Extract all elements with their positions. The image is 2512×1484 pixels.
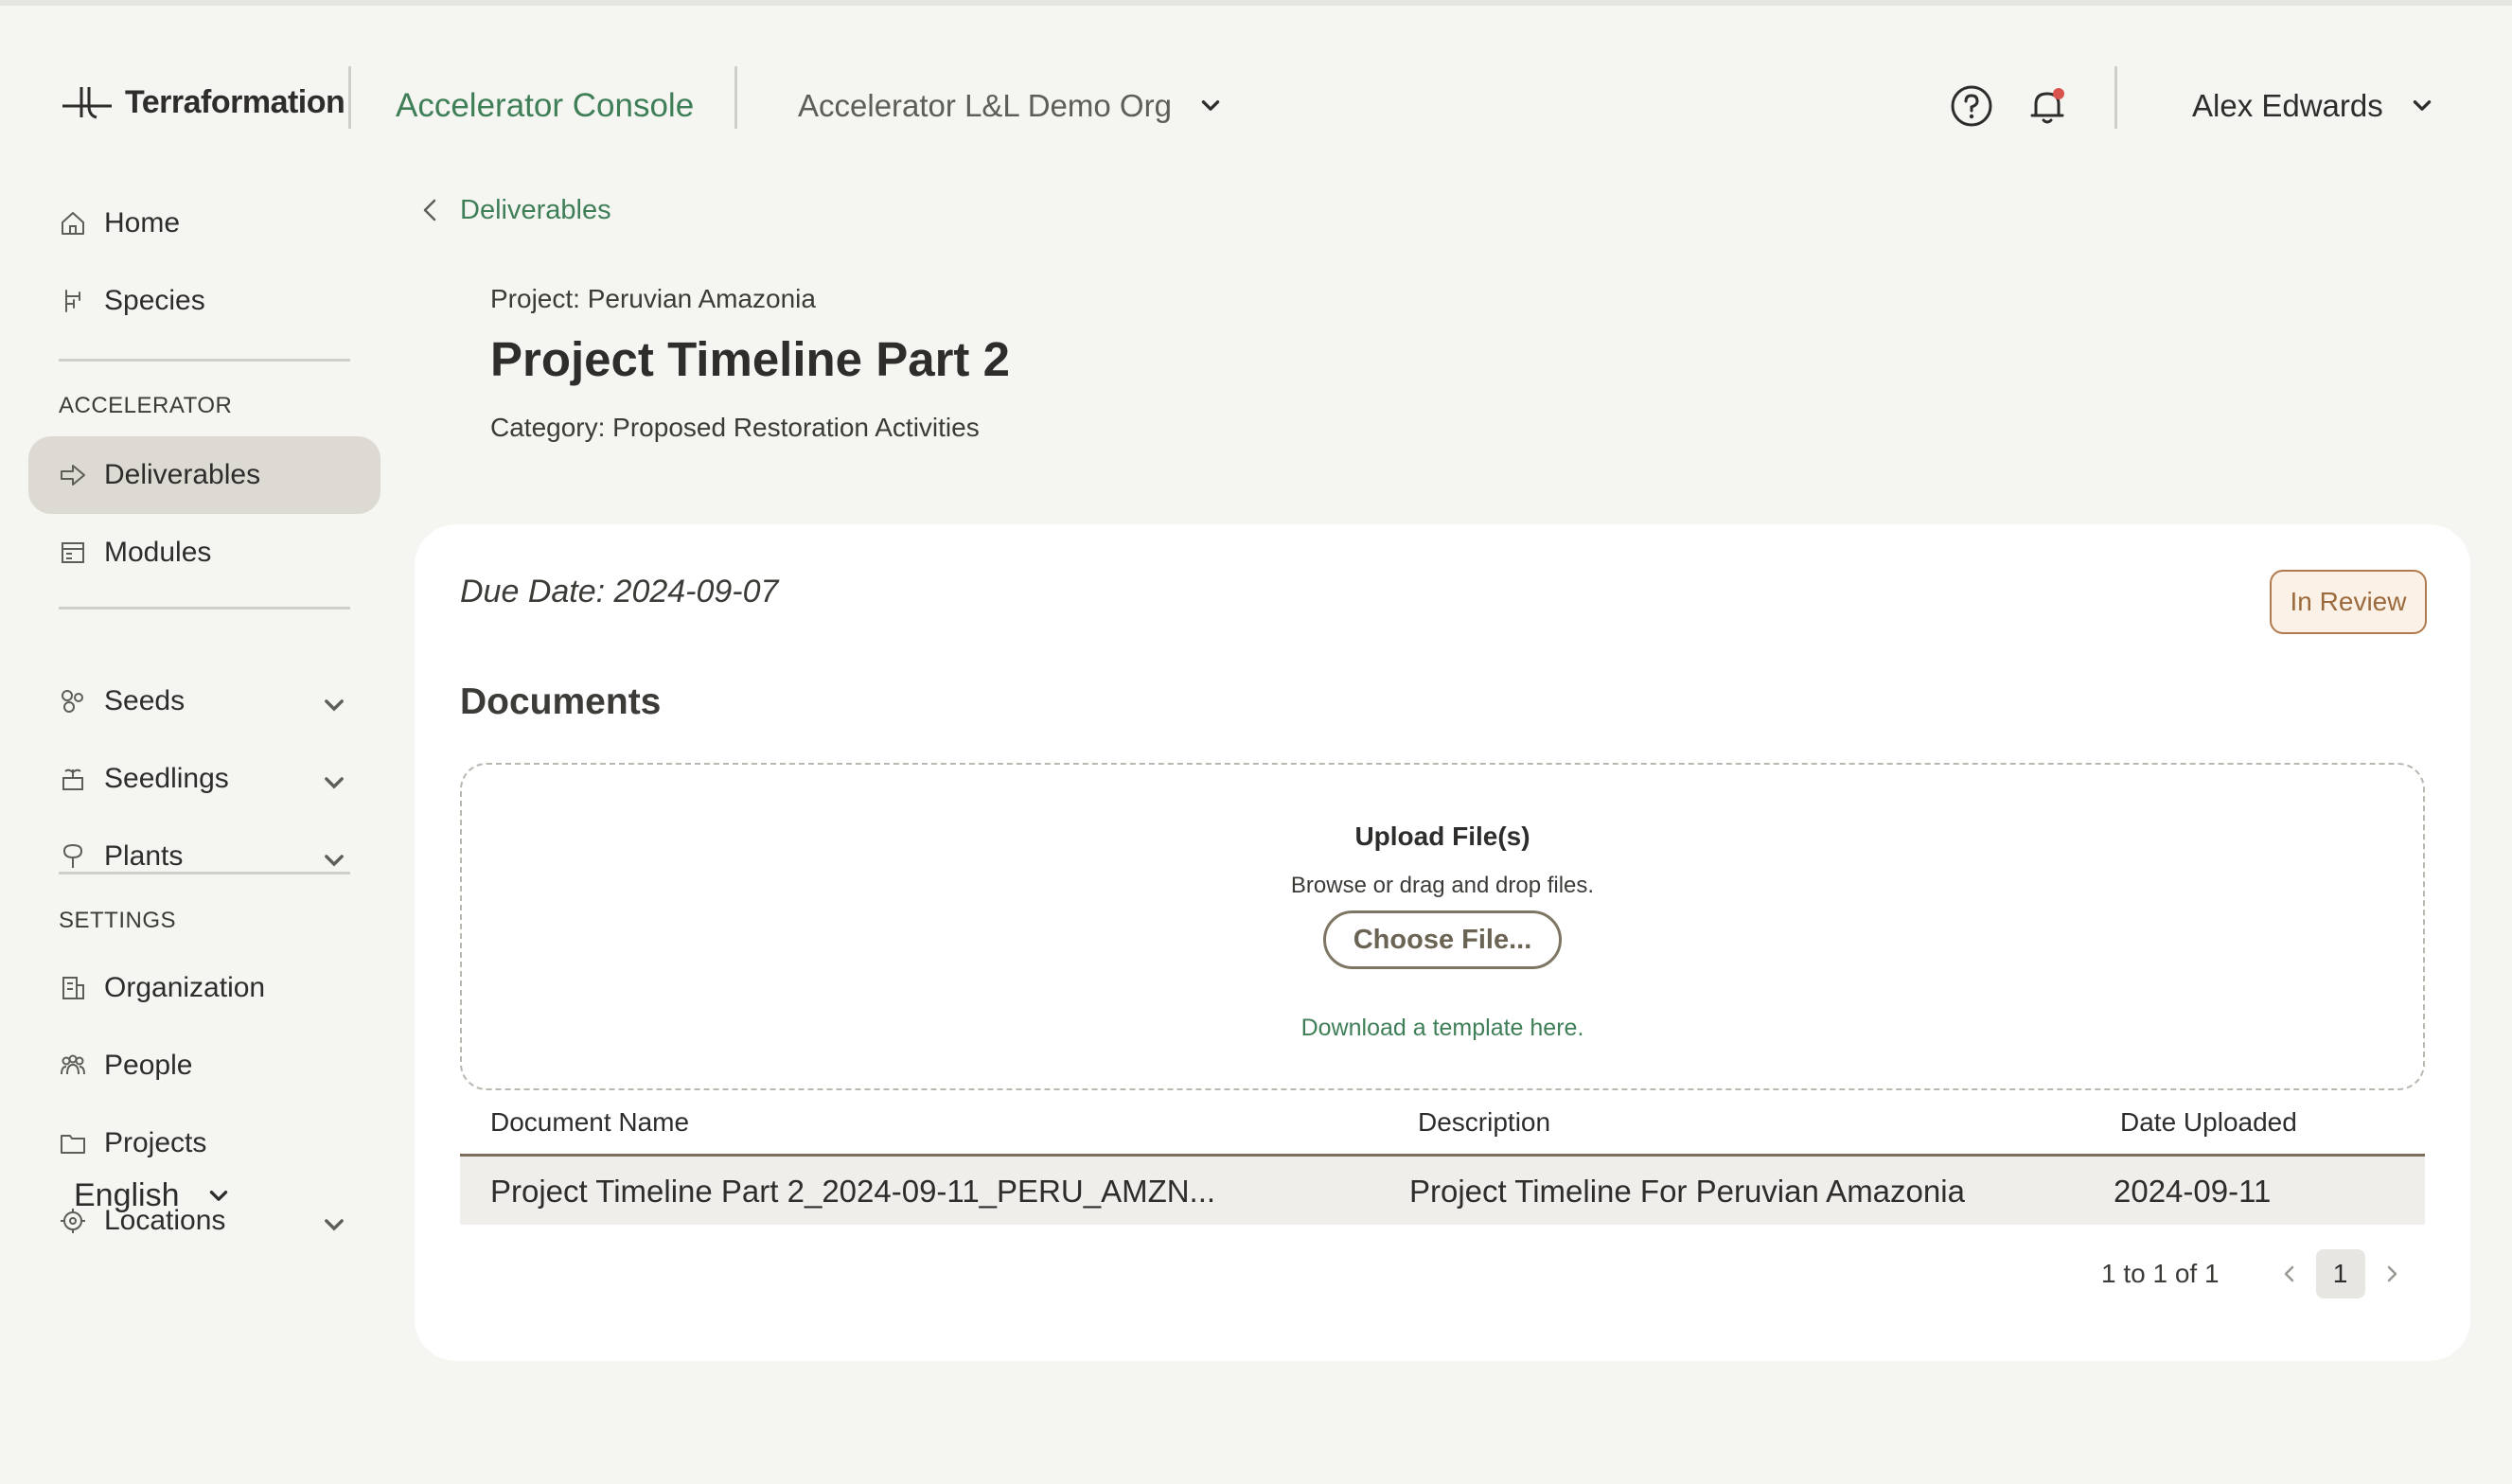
chevron-right-icon[interactable]: [2379, 1261, 2405, 1287]
seeds-icon: [62, 690, 83, 713]
column-header-document-name[interactable]: Document Name: [490, 1107, 689, 1138]
sidebar-item-people[interactable]: People: [28, 1027, 380, 1104]
download-template-link[interactable]: Download a template here.: [462, 1015, 2423, 1042]
sidebar-item-label: Modules: [104, 537, 212, 568]
back-link-label: Deliverables: [460, 194, 611, 225]
deliverable-card: Due Date: 2024-09-07 In Review Documents…: [415, 524, 2470, 1361]
due-date: Due Date: 2024-09-07: [460, 574, 779, 610]
sidebar-item-label: Species: [104, 285, 205, 316]
sidebar: Home Species ACCELERATOR Deliverables Mo…: [0, 185, 398, 1484]
chevron-down-icon: [325, 699, 344, 712]
chevron-down-icon: [2413, 100, 2431, 111]
sidebar-item-home[interactable]: Home: [28, 185, 380, 262]
user-menu[interactable]: Alex Edwards: [2192, 76, 2434, 136]
sidebar-item-projects[interactable]: Projects: [28, 1104, 380, 1182]
sidebar-item-deliverables[interactable]: Deliverables: [28, 436, 380, 514]
chevron-down-icon: [209, 1190, 227, 1201]
user-name: Alex Edwards: [2192, 88, 2383, 123]
home-icon: [62, 212, 84, 235]
modules-icon: [62, 542, 84, 563]
table-row[interactable]: Project Timeline Part 2_2024-09-11_PERU_…: [460, 1157, 2425, 1225]
page-number-current[interactable]: 1: [2315, 1249, 2365, 1298]
folder-icon: [61, 1135, 85, 1154]
document-description: Project Timeline For Peruvian Amazonia: [1409, 1174, 1965, 1209]
documents-heading: Documents: [460, 681, 662, 722]
column-header-date-uploaded[interactable]: Date Uploaded: [2120, 1107, 2297, 1138]
choose-file-button[interactable]: Choose File...: [1323, 910, 1562, 969]
sidebar-item-label: Organization: [104, 972, 266, 1003]
organization-icon: [62, 977, 84, 999]
chevron-down-icon: [325, 1219, 344, 1231]
help-icon: [1951, 85, 1992, 127]
console-title[interactable]: Accelerator Console: [396, 76, 694, 136]
notifications-button[interactable]: [2016, 75, 2079, 137]
page-range: 1 to 1 of 1: [2101, 1259, 2220, 1288]
plants-icon: [62, 843, 83, 868]
sidebar-item-label: Seedlings: [104, 763, 229, 794]
section-heading-settings: SETTINGS: [59, 908, 177, 933]
header-divider: [348, 66, 351, 129]
org-selector[interactable]: Accelerator L&L Demo Org: [798, 76, 1223, 136]
pagination: 1 to 1 of 1 1: [2101, 1247, 2405, 1300]
people-icon: [61, 1054, 85, 1075]
org-name: Accelerator L&L Demo Org: [798, 88, 1172, 123]
sidebar-item-label: Deliverables: [104, 459, 261, 490]
sidebar-item-label: People: [104, 1050, 193, 1081]
bell-icon: [2030, 88, 2064, 124]
column-header-description[interactable]: Description: [1418, 1107, 1550, 1138]
sidebar-item-species[interactable]: Species: [28, 262, 380, 340]
language-label: English: [74, 1177, 180, 1213]
sidebar-item-label: Seeds: [104, 685, 186, 716]
table-header: Document Name Description Date Uploaded: [460, 1090, 2425, 1157]
section-heading-accelerator: ACCELERATOR: [59, 393, 233, 418]
file-dropzone[interactable]: Upload File(s) Browse or drag and drop f…: [460, 763, 2425, 1090]
chevron-down-icon: [325, 777, 344, 789]
sidebar-divider: [59, 872, 350, 874]
deliverable-category: Category: Proposed Restoration Activitie…: [490, 413, 980, 442]
upload-title: Upload File(s): [1354, 822, 1530, 851]
page-title: Project Timeline Part 2: [490, 332, 1010, 386]
chevron-left-icon: [423, 199, 436, 221]
help-button[interactable]: [1940, 75, 2003, 137]
brand-name: Terraformation: [125, 83, 345, 120]
seedlings-icon: [62, 768, 83, 790]
terraformation-logo-icon: [62, 87, 112, 119]
sidebar-item-label: Projects: [104, 1127, 207, 1158]
sidebar-item-seedlings[interactable]: Seedlings: [28, 740, 380, 818]
header-divider: [2114, 66, 2117, 129]
chevron-down-icon: [1201, 100, 1220, 111]
chevron-left-icon[interactable]: [2276, 1261, 2303, 1287]
sidebar-item-modules[interactable]: Modules: [28, 514, 380, 592]
documents-table: Document Name Description Date Uploaded …: [460, 1090, 2425, 1225]
status-badge: In Review: [2270, 570, 2427, 634]
app-header: Terraformation Accelerator Console Accel…: [0, 57, 2512, 180]
document-date: 2024-09-11: [2114, 1174, 2272, 1209]
language-selector[interactable]: English: [74, 1177, 231, 1214]
project-name: Project: Peruvian Amazonia: [490, 284, 816, 313]
document-name-link[interactable]: Project Timeline Part 2_2024-09-11_PERU_…: [490, 1174, 1215, 1210]
sidebar-item-label: Home: [104, 207, 181, 238]
back-to-deliverables-link[interactable]: Deliverables: [416, 189, 611, 231]
species-icon: [65, 290, 80, 312]
sidebar-item-organization[interactable]: Organization: [28, 949, 380, 1027]
chevron-down-icon: [325, 855, 344, 867]
sidebar-item-label: Plants: [104, 840, 184, 872]
sidebar-item-seeds[interactable]: Seeds: [28, 662, 380, 740]
sidebar-item-plants[interactable]: Plants: [28, 818, 380, 895]
header-divider: [734, 66, 737, 129]
sidebar-divider: [59, 607, 350, 610]
top-border: [0, 0, 2512, 6]
brand-logo[interactable]: Terraformation: [59, 74, 345, 131]
upload-instructions: Browse or drag and drop files.: [1290, 873, 1595, 898]
deliverables-icon: [61, 465, 85, 486]
sidebar-divider: [59, 359, 350, 362]
